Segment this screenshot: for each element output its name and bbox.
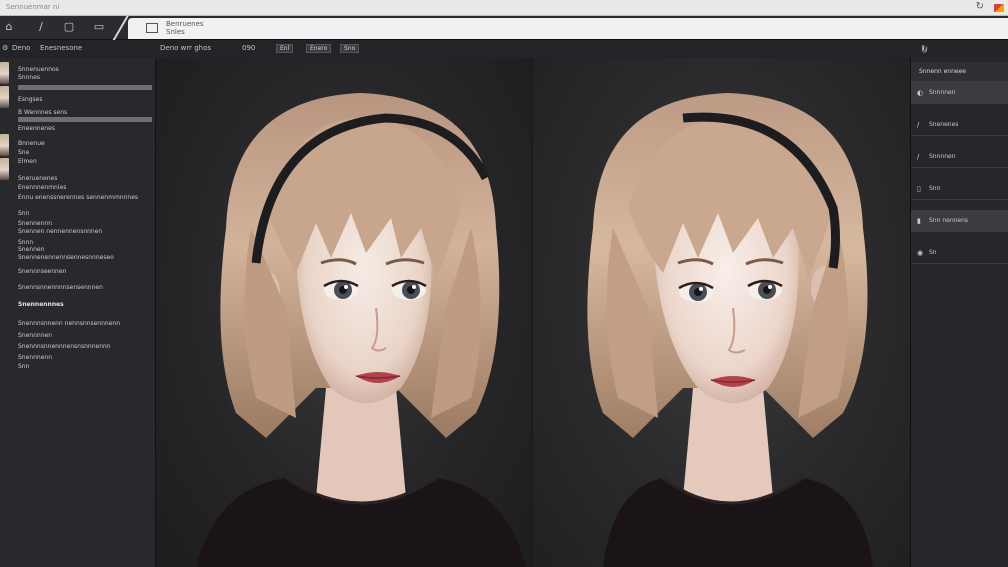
thumbnail-3[interactable]	[0, 134, 9, 156]
canvas-title: Deno wrr ghos	[160, 44, 212, 52]
menu-item-1[interactable]: Enesnesone	[40, 44, 82, 52]
property-row[interactable]: Snennnenn	[18, 354, 52, 361]
os-title: Sennuenmar ni	[6, 3, 60, 11]
property-row[interactable]: Snennsnnennnnsensennnen	[18, 284, 103, 291]
layer-label: Snenenes	[929, 121, 959, 128]
property-row[interactable]: Bnnenue	[18, 140, 45, 147]
menu-button-2[interactable]: Sno	[340, 44, 360, 53]
property-row[interactable]: Snn	[18, 210, 29, 217]
property-row[interactable]: Snennnseennen	[18, 268, 66, 275]
pen-icon[interactable]: ∕	[34, 21, 48, 33]
property-row[interactable]: Snennenennennsennesnnneseo	[18, 254, 114, 261]
tab-title: Benruenes Snles	[166, 20, 204, 36]
layers-header-label: Snnenn enneee	[919, 68, 966, 75]
property-row[interactable]: Snnnes	[18, 74, 40, 81]
layer-row[interactable]: ∕ Snenenes	[911, 114, 1008, 136]
layer-icon[interactable]: ∕	[917, 153, 919, 161]
menu-bar: ⚙ Deno Enesnesone Deno wrr ghos 090 Enl …	[0, 40, 1008, 58]
property-slider[interactable]	[18, 117, 152, 122]
property-row[interactable]: Snnenuennos	[18, 66, 59, 73]
thumbnail-4[interactable]	[0, 158, 9, 180]
layer-icon[interactable]: ▮	[917, 217, 921, 225]
layer-label: Snnnnen	[929, 89, 956, 96]
zoom-value[interactable]: 090	[242, 44, 255, 52]
layer-icon[interactable]: ▯	[917, 185, 921, 193]
home-icon[interactable]: ⌂	[2, 21, 16, 33]
property-row[interactable]: Sneruenenes	[18, 175, 57, 182]
property-row[interactable]: Elmen	[18, 158, 37, 165]
property-row[interactable]: Snennennn	[18, 220, 52, 227]
layers-header: Snnenn enneee	[911, 62, 1008, 82]
layer-row[interactable]: ◉ Sn	[911, 242, 1008, 264]
property-row[interactable]: Snennennnes	[18, 301, 64, 308]
layer-label: Sn	[929, 249, 937, 256]
property-row[interactable]: Sne	[18, 149, 29, 156]
layer-label: Snn nennens	[929, 217, 969, 224]
menu-button-1[interactable]: Enero	[306, 44, 332, 53]
tab-title-line-1: Benruenes	[166, 20, 204, 28]
layer-row[interactable]: ▯ Snn	[911, 178, 1008, 200]
toolbar: ⌂ ∕ ▢ ▭ Benruenes Snles	[0, 16, 1008, 40]
refresh-icon[interactable]: ↻	[976, 1, 984, 12]
property-row[interactable]: Enennnenmnies	[18, 184, 66, 191]
property-row[interactable]: Snennnnen	[18, 332, 52, 339]
left-properties-panel: Snnenuennos Snnnes Esngses B Wennnes sens En…	[0, 58, 156, 567]
panel-refresh-icon[interactable]: ↻	[921, 46, 928, 55]
menu-item-0[interactable]: Deno	[12, 44, 30, 52]
property-row[interactable]: Snennen	[18, 246, 44, 253]
property-row[interactable]: Eneennenes	[18, 125, 55, 132]
layer-icon[interactable]: ◉	[917, 249, 923, 257]
layer-row[interactable]: ◐ Snnnnen	[911, 82, 1008, 104]
folder-icon[interactable]: ▭	[92, 21, 106, 33]
property-row[interactable]: Snn	[18, 363, 29, 370]
property-row[interactable]: B Wennnes sens	[18, 109, 67, 116]
document-tab[interactable]: Benruenes Snles	[128, 18, 1008, 39]
menu-icon[interactable]: ⚙	[2, 44, 8, 52]
menu-button-0[interactable]: Enl	[276, 44, 294, 53]
thumbnail-strip	[0, 62, 9, 182]
portrait-right-image	[587, 93, 873, 567]
document-icon	[146, 23, 158, 33]
layer-icon[interactable]: ∕	[917, 121, 919, 129]
property-row[interactable]: Snennen nennennensnnnen	[18, 228, 102, 235]
property-row[interactable]: Snennnsnnenn nennsnnsennnenn	[18, 320, 120, 327]
layer-icon[interactable]: ◐	[917, 89, 923, 97]
camera-icon[interactable]: ▢	[62, 21, 76, 33]
right-layers-panel: ↻ Snnenn enneee ◐ Snnnnen ∕ Snenenes ∕ Snnnne…	[910, 46, 1008, 567]
property-slider[interactable]	[18, 85, 152, 90]
layer-row[interactable]: ∕ Snnnnen	[911, 146, 1008, 168]
preview-right[interactable]	[533, 58, 910, 567]
layer-label: Snnnnen	[929, 153, 956, 160]
property-row[interactable]: Snennnsnnennnensnsnnnennn	[18, 343, 111, 350]
image-canvas[interactable]	[156, 58, 910, 567]
property-row[interactable]: Ennu enenssnerennes sennenmmnnnes	[18, 194, 138, 201]
property-row[interactable]: Esngses	[18, 96, 42, 103]
thumbnail-2[interactable]	[0, 86, 9, 108]
thumbnail-1[interactable]	[0, 62, 9, 84]
os-title-bar: Sennuenmar ni ↻	[0, 0, 1008, 16]
layer-row[interactable]: ▮ Snn nennens	[911, 210, 1008, 232]
portrait-left-image	[196, 93, 526, 567]
layer-label: Snn	[929, 185, 941, 192]
preview-left[interactable]	[156, 58, 533, 567]
app-logo-icon	[994, 4, 1004, 12]
tab-title-line-2: Snles	[166, 28, 185, 36]
property-row[interactable]: Snnn	[18, 239, 33, 246]
